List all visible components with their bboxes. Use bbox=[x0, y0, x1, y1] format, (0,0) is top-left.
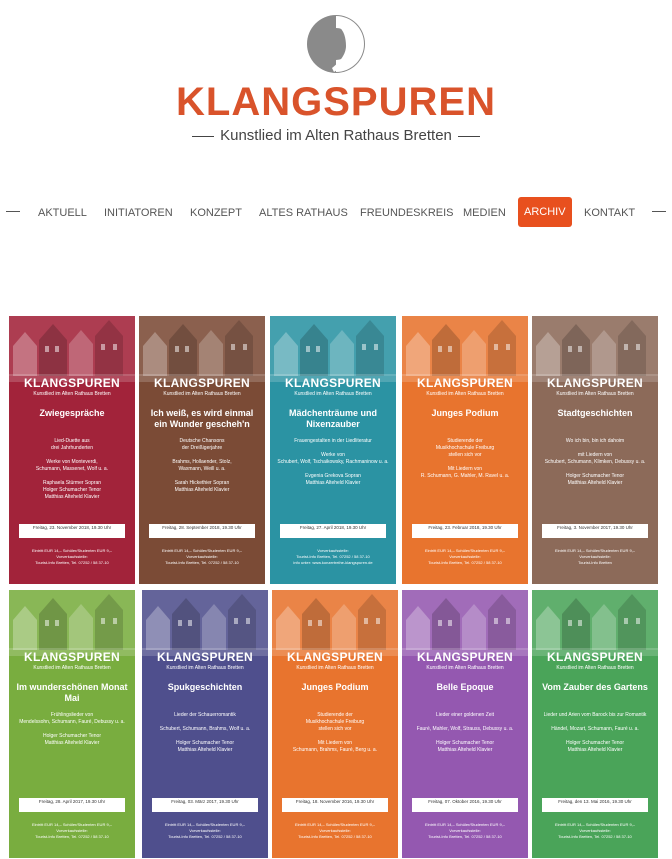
nav-item-kontakt[interactable]: Kontakt bbox=[578, 200, 641, 226]
poster-date: Freitag, 28. September 2018, 19.30 Uhr bbox=[149, 524, 255, 538]
old-town-illustration-icon bbox=[270, 316, 396, 376]
tagline-text: Kunstlied im Alten Rathaus Bretten bbox=[220, 127, 452, 144]
poster-brand-subtitle: Kunstlied im Alten Rathaus Bretten bbox=[556, 391, 634, 397]
poster-brand: KLANGSPUREN bbox=[287, 650, 383, 664]
nav-item-freundeskreis[interactable]: Freundeskreis bbox=[354, 200, 460, 226]
old-town-illustration-icon bbox=[272, 590, 398, 650]
concert-poster[interactable]: KLANGSPUREN Kunstlied im Alten Rathaus B… bbox=[270, 316, 396, 584]
poster-footer: Eintritt EUR 14,– Schüler/Studenten EUR … bbox=[164, 822, 246, 839]
poster-brand: KLANGSPUREN bbox=[547, 650, 643, 664]
old-town-illustration-icon bbox=[402, 316, 528, 376]
poster-footer: Eintritt EUR 14,– Schüler/Studenten EUR … bbox=[424, 548, 506, 565]
poster-footer: Vorverkaufsstelle: Tourist-Info Bretten,… bbox=[293, 548, 373, 565]
poster-brand-subtitle: Kunstlied im Alten Rathaus Bretten bbox=[163, 391, 241, 397]
old-town-illustration-icon bbox=[532, 590, 658, 650]
poster-footer: Eintritt EUR 14,– Schüler/Studenten EUR … bbox=[31, 822, 113, 839]
poster-details: Wo ich bin, bin ich dahoim mit Liedern v… bbox=[544, 438, 646, 486]
tagline-dash-left bbox=[192, 135, 215, 137]
poster-title: Stadtgeschichten bbox=[557, 408, 633, 418]
concert-poster[interactable]: KLANGSPUREN Kunstlied im Alten Rathaus B… bbox=[402, 316, 528, 584]
poster-title: Belle Epoque bbox=[436, 682, 494, 692]
poster-brand-subtitle: Kunstlied im Alten Rathaus Bretten bbox=[296, 665, 374, 671]
poster-title: Junges Podium bbox=[431, 408, 499, 418]
poster-title: Mädchenträume und Nixenzauber bbox=[288, 408, 377, 429]
poster-details: Lied-Duette aus drei Jahrhunderten Werke… bbox=[35, 438, 109, 500]
poster-footer: Eintritt EUR 14,– Schüler/Studenten EUR … bbox=[554, 822, 636, 839]
poster-brand: KLANGSPUREN bbox=[24, 650, 120, 664]
poster-title: Junges Podium bbox=[301, 682, 369, 692]
brand-title[interactable]: KLANGSPUREN bbox=[0, 78, 672, 126]
concert-poster[interactable]: KLANGSPUREN Kunstlied im Alten Rathaus B… bbox=[9, 316, 135, 584]
poster-title: Vom Zauber des Gartens bbox=[542, 682, 648, 692]
poster-date: Freitag, 18. November 2016, 19.30 Uhr bbox=[282, 798, 388, 812]
poster-brand: KLANGSPUREN bbox=[24, 376, 120, 390]
old-town-illustration-icon bbox=[139, 316, 265, 376]
nav-item-aktuell[interactable]: Aktuell bbox=[32, 200, 93, 226]
poster-brand: KLANGSPUREN bbox=[547, 376, 643, 390]
concert-poster[interactable]: KLANGSPUREN Kunstlied im Alten Rathaus B… bbox=[532, 590, 658, 858]
poster-footer: Eintritt EUR 14,– Schüler/Studenten EUR … bbox=[424, 822, 506, 839]
poster-details: Frühlingslieder von Mendelssohn, Schuman… bbox=[19, 712, 125, 746]
nav-item-archiv[interactable]: Archiv bbox=[518, 197, 572, 227]
concert-poster[interactable]: KLANGSPUREN Kunstlied im Alten Rathaus B… bbox=[142, 590, 268, 858]
poster-date: Freitag, 23. November 2018, 19.30 Uhr bbox=[19, 524, 125, 538]
nav-item-medien[interactable]: Medien bbox=[457, 200, 512, 226]
old-town-illustration-icon bbox=[9, 590, 135, 650]
nav-item-konzept[interactable]: Konzept bbox=[184, 200, 248, 226]
poster-title: Zwiegespräche bbox=[39, 408, 105, 418]
poster-footer: Eintritt EUR 14,– Schüler/Studenten EUR … bbox=[31, 548, 113, 565]
poster-date: Freitag, 27. April 2018, 19.30 Uhr bbox=[280, 524, 386, 538]
old-town-illustration-icon bbox=[402, 590, 528, 650]
old-town-illustration-icon bbox=[532, 316, 658, 376]
concert-poster[interactable]: KLANGSPUREN Kunstlied im Alten Rathaus B… bbox=[532, 316, 658, 584]
brand-tagline: Kunstlied im Alten Rathaus Bretten bbox=[0, 126, 672, 146]
poster-title: Im wunderschönen Monat Mai bbox=[16, 682, 128, 703]
poster-details: Lieder und Arien vom Barock bis zur Roma… bbox=[543, 712, 647, 753]
poster-brand-subtitle: Kunstlied im Alten Rathaus Bretten bbox=[426, 665, 504, 671]
site-header: KLANGSPUREN Kunstlied im Alten Rathaus B… bbox=[0, 0, 672, 160]
old-town-illustration-icon bbox=[9, 316, 135, 376]
nav-divider-left bbox=[6, 211, 20, 212]
poster-date: Freitag, den 13. Mai 2016, 19.30 Uhr bbox=[542, 798, 648, 812]
tagline-dash-right bbox=[457, 135, 480, 137]
poster-date: Freitag, 07. Oktober 2016, 19.30 Uhr bbox=[412, 798, 518, 812]
poster-details: Lieder einer goldenen Zeit Fauré, Mahler… bbox=[416, 712, 514, 753]
poster-brand: KLANGSPUREN bbox=[417, 650, 513, 664]
poster-brand-subtitle: Kunstlied im Alten Rathaus Bretten bbox=[166, 665, 244, 671]
poster-brand: KLANGSPUREN bbox=[417, 376, 513, 390]
poster-title: Spukgeschichten bbox=[167, 682, 243, 692]
poster-footer: Eintritt EUR 14,– Schüler/Studenten EUR … bbox=[554, 548, 636, 565]
concert-poster[interactable]: KLANGSPUREN Kunstlied im Alten Rathaus B… bbox=[272, 590, 398, 858]
poster-brand: KLANGSPUREN bbox=[285, 376, 381, 390]
nav-divider-right bbox=[652, 211, 666, 212]
concert-poster[interactable]: KLANGSPUREN Kunstlied im Alten Rathaus B… bbox=[402, 590, 528, 858]
poster-brand-subtitle: Kunstlied im Alten Rathaus Bretten bbox=[33, 665, 111, 671]
poster-details: Studierende der Musikhochschule Freiburg… bbox=[420, 438, 510, 479]
poster-date: Freitag, 03. März 2017, 19.30 Uhr bbox=[152, 798, 258, 812]
nav-item-initiatoren[interactable]: Initiatoren bbox=[98, 200, 179, 226]
main-nav: Aktuell Initiatoren Konzept Altes Rathau… bbox=[0, 196, 672, 228]
poster-footer: Eintritt EUR 14,– Schüler/Studenten EUR … bbox=[161, 548, 243, 565]
logo-mark-icon[interactable] bbox=[306, 14, 366, 74]
poster-date: Freitag, 23. Februar 2018, 19.30 Uhr bbox=[412, 524, 518, 538]
poster-date: Freitag, 3. November 2017, 19.30 Uhr bbox=[542, 524, 648, 538]
poster-brand-subtitle: Kunstlied im Alten Rathaus Bretten bbox=[426, 391, 504, 397]
poster-brand-subtitle: Kunstlied im Alten Rathaus Bretten bbox=[33, 391, 111, 397]
poster-footer: Eintritt EUR 14,– Schüler/Studenten EUR … bbox=[294, 822, 376, 839]
poster-brand-subtitle: Kunstlied im Alten Rathaus Bretten bbox=[556, 665, 634, 671]
nav-item-altes-rathaus[interactable]: Altes Rathaus bbox=[253, 200, 354, 226]
old-town-illustration-icon bbox=[142, 590, 268, 650]
poster-brand-subtitle: Kunstlied im Alten Rathaus Bretten bbox=[294, 391, 372, 397]
poster-details: Lieder der Schauerromantik Schubert, Sch… bbox=[159, 712, 251, 753]
concert-poster[interactable]: KLANGSPUREN Kunstlied im Alten Rathaus B… bbox=[9, 590, 135, 858]
concert-poster[interactable]: KLANGSPUREN Kunstlied im Alten Rathaus B… bbox=[139, 316, 265, 584]
poster-brand: KLANGSPUREN bbox=[157, 650, 253, 664]
poster-brand: KLANGSPUREN bbox=[154, 376, 250, 390]
poster-title: Ich weiß, es wird einmal ein Wunder gesc… bbox=[150, 408, 254, 429]
poster-details: Studierende der Musikhochschule Freiburg… bbox=[292, 712, 378, 753]
poster-details: Deutsche Chansons der Dreißigerjahre Bra… bbox=[172, 438, 232, 493]
poster-details: Frauengestalten in der Liedliteratur Wer… bbox=[277, 438, 389, 486]
poster-date: Freitag, 28. April 2017, 19.30 Uhr bbox=[19, 798, 125, 812]
